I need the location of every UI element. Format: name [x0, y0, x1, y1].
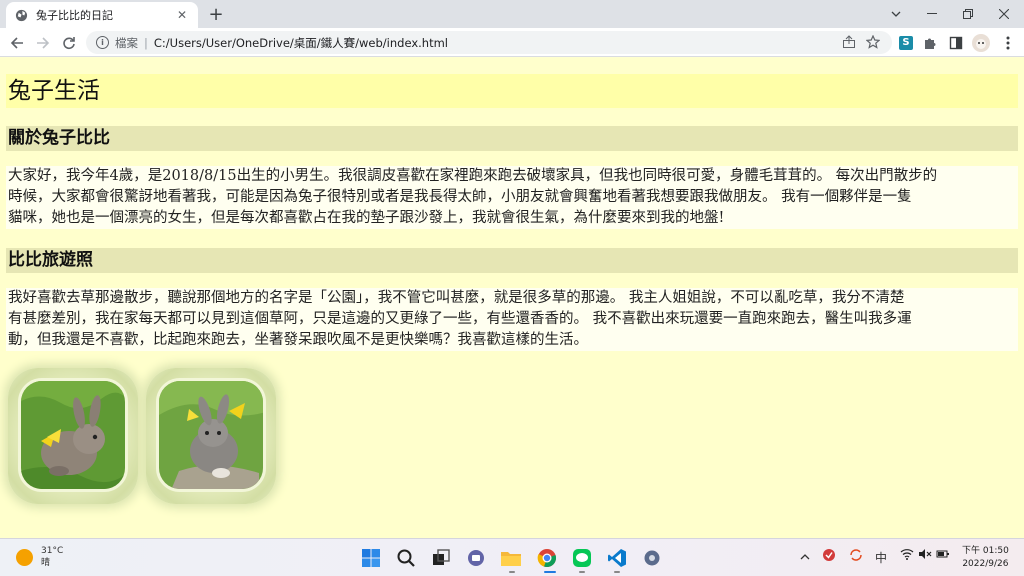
system-clock[interactable]: 下午 01:50 2022/9/26: [962, 545, 1009, 571]
speaker-muted-icon[interactable]: [918, 548, 932, 563]
back-button[interactable]: [6, 32, 28, 54]
active-indicator: [544, 571, 556, 573]
weather-desc: 晴: [41, 558, 51, 568]
page-title: 兔子生活: [6, 74, 1018, 108]
rabbit-photo-1: [8, 368, 138, 504]
search-icon[interactable]: [395, 547, 417, 569]
new-tab-button[interactable]: +: [206, 4, 226, 25]
settings-gear-icon[interactable]: [641, 547, 663, 569]
running-indicator: [614, 571, 620, 573]
text-line: 貓咪，她也是一個漂亮的女生，但是每次都喜歡占在我的墊子跟沙發上，我就會很生氣，為…: [8, 210, 725, 226]
rabbit-photo-2: [146, 368, 276, 504]
vscode-icon[interactable]: [606, 547, 628, 569]
section-heading-travel: 比比旅遊照: [6, 248, 1018, 273]
weather-widget[interactable]: 31°C 晴: [16, 545, 63, 569]
weather-temp: 31°C: [41, 546, 64, 556]
globe-icon: [14, 8, 28, 22]
address-bar[interactable]: i 檔案 | C:/Users/User/OneDrive/桌面/鐵人賽/web…: [86, 31, 892, 54]
browser-tab[interactable]: 兔子比比的日記 ✕: [6, 2, 198, 28]
text-line: 時候，大家都會很驚訝地看著我，可能是因為兔子很特別或者是我長得太帥，小朋友就會興…: [8, 189, 912, 205]
windows-start-icon[interactable]: [360, 547, 382, 569]
minimize-button[interactable]: [914, 0, 950, 28]
task-view-icon[interactable]: [430, 547, 452, 569]
bookmark-star-icon[interactable]: [865, 34, 881, 52]
rabbit-photo-2-image: [156, 378, 266, 492]
scheme-label: 檔案: [115, 35, 138, 50]
ime-indicator[interactable]: 中: [875, 549, 887, 566]
tab-close-icon[interactable]: ✕: [174, 7, 190, 23]
forward-button[interactable]: [32, 32, 54, 54]
tab-title: 兔子比比的日記: [36, 9, 113, 22]
file-explorer-icon[interactable]: [500, 547, 522, 569]
scheme-separator: |: [144, 35, 148, 50]
travel-paragraph: 我好喜歡去草那邊散步，聽說那個地方的名字是「公園」，我不管它叫甚麼，就是很多草的…: [6, 288, 1018, 351]
chrome-icon[interactable]: [536, 547, 558, 569]
wifi-icon[interactable]: [900, 548, 914, 563]
teams-chat-icon[interactable]: [465, 547, 487, 569]
clock-time: 下午 01:50: [962, 546, 1009, 556]
sync-tray-icon[interactable]: [849, 548, 863, 565]
battery-icon[interactable]: [936, 548, 950, 563]
info-icon[interactable]: i: [96, 36, 109, 49]
line-app-icon[interactable]: [571, 547, 593, 569]
tray-chevron-up-icon[interactable]: [800, 549, 810, 563]
extensions-puzzle-icon[interactable]: [920, 33, 940, 53]
clock-date: 2022/9/26: [962, 559, 1009, 569]
side-panel-icon[interactable]: [946, 33, 966, 53]
taskbar: 31°C 晴 中 下午 01:50 2022/9/26: [0, 538, 1024, 576]
text-line: 我好喜歡去草那邊散步，聽說那個地方的名字是「公園」，我不管它叫甚麼，就是很多草的…: [8, 290, 905, 306]
about-paragraph: 大家好，我今年4歲，是2018/8/15出生的小男生。我很調皮喜歡在家裡跑來跑去…: [6, 166, 1018, 229]
extension-s-icon[interactable]: S: [896, 33, 916, 53]
url-text: C:/Users/User/OneDrive/桌面/鐵人賽/web/index.…: [153, 35, 448, 50]
sun-icon: [16, 548, 33, 566]
browser-toolbar: i 檔案 | C:/Users/User/OneDrive/桌面/鐵人賽/web…: [0, 28, 1024, 57]
tab-strip: 兔子比比的日記 ✕ +: [0, 0, 1024, 28]
running-indicator: [509, 571, 515, 573]
rabbit-photo-1-image: [18, 378, 128, 492]
reload-button[interactable]: [58, 32, 80, 54]
section-heading-about: 關於兔子比比: [6, 126, 1018, 151]
share-icon[interactable]: [842, 35, 856, 52]
profile-avatar[interactable]: [971, 33, 991, 53]
text-line: 大家好，我今年4歲，是2018/8/15出生的小男生。我很調皮喜歡在家裡跑來跑去…: [8, 168, 938, 184]
web-page: 兔子生活 關於兔子比比 大家好，我今年4歲，是2018/8/15出生的小男生。我…: [0, 58, 1024, 538]
close-window-button[interactable]: [986, 0, 1022, 28]
running-indicator: [579, 571, 585, 573]
text-line: 動，但我還是不喜歡，比起跑來跑去，坐著發呆跟吹風不是更快樂嗎？我喜歡這樣的生活。: [8, 332, 588, 348]
antivirus-tray-icon[interactable]: [822, 548, 836, 565]
tab-search-icon[interactable]: [878, 0, 914, 28]
chrome-menu-icon[interactable]: [998, 33, 1018, 53]
restore-button[interactable]: [950, 0, 986, 28]
text-line: 有甚麼差別，我在家每天都可以見到這個草阿，只是這邊的又更綠了一些，有些還香香的。…: [8, 311, 912, 327]
